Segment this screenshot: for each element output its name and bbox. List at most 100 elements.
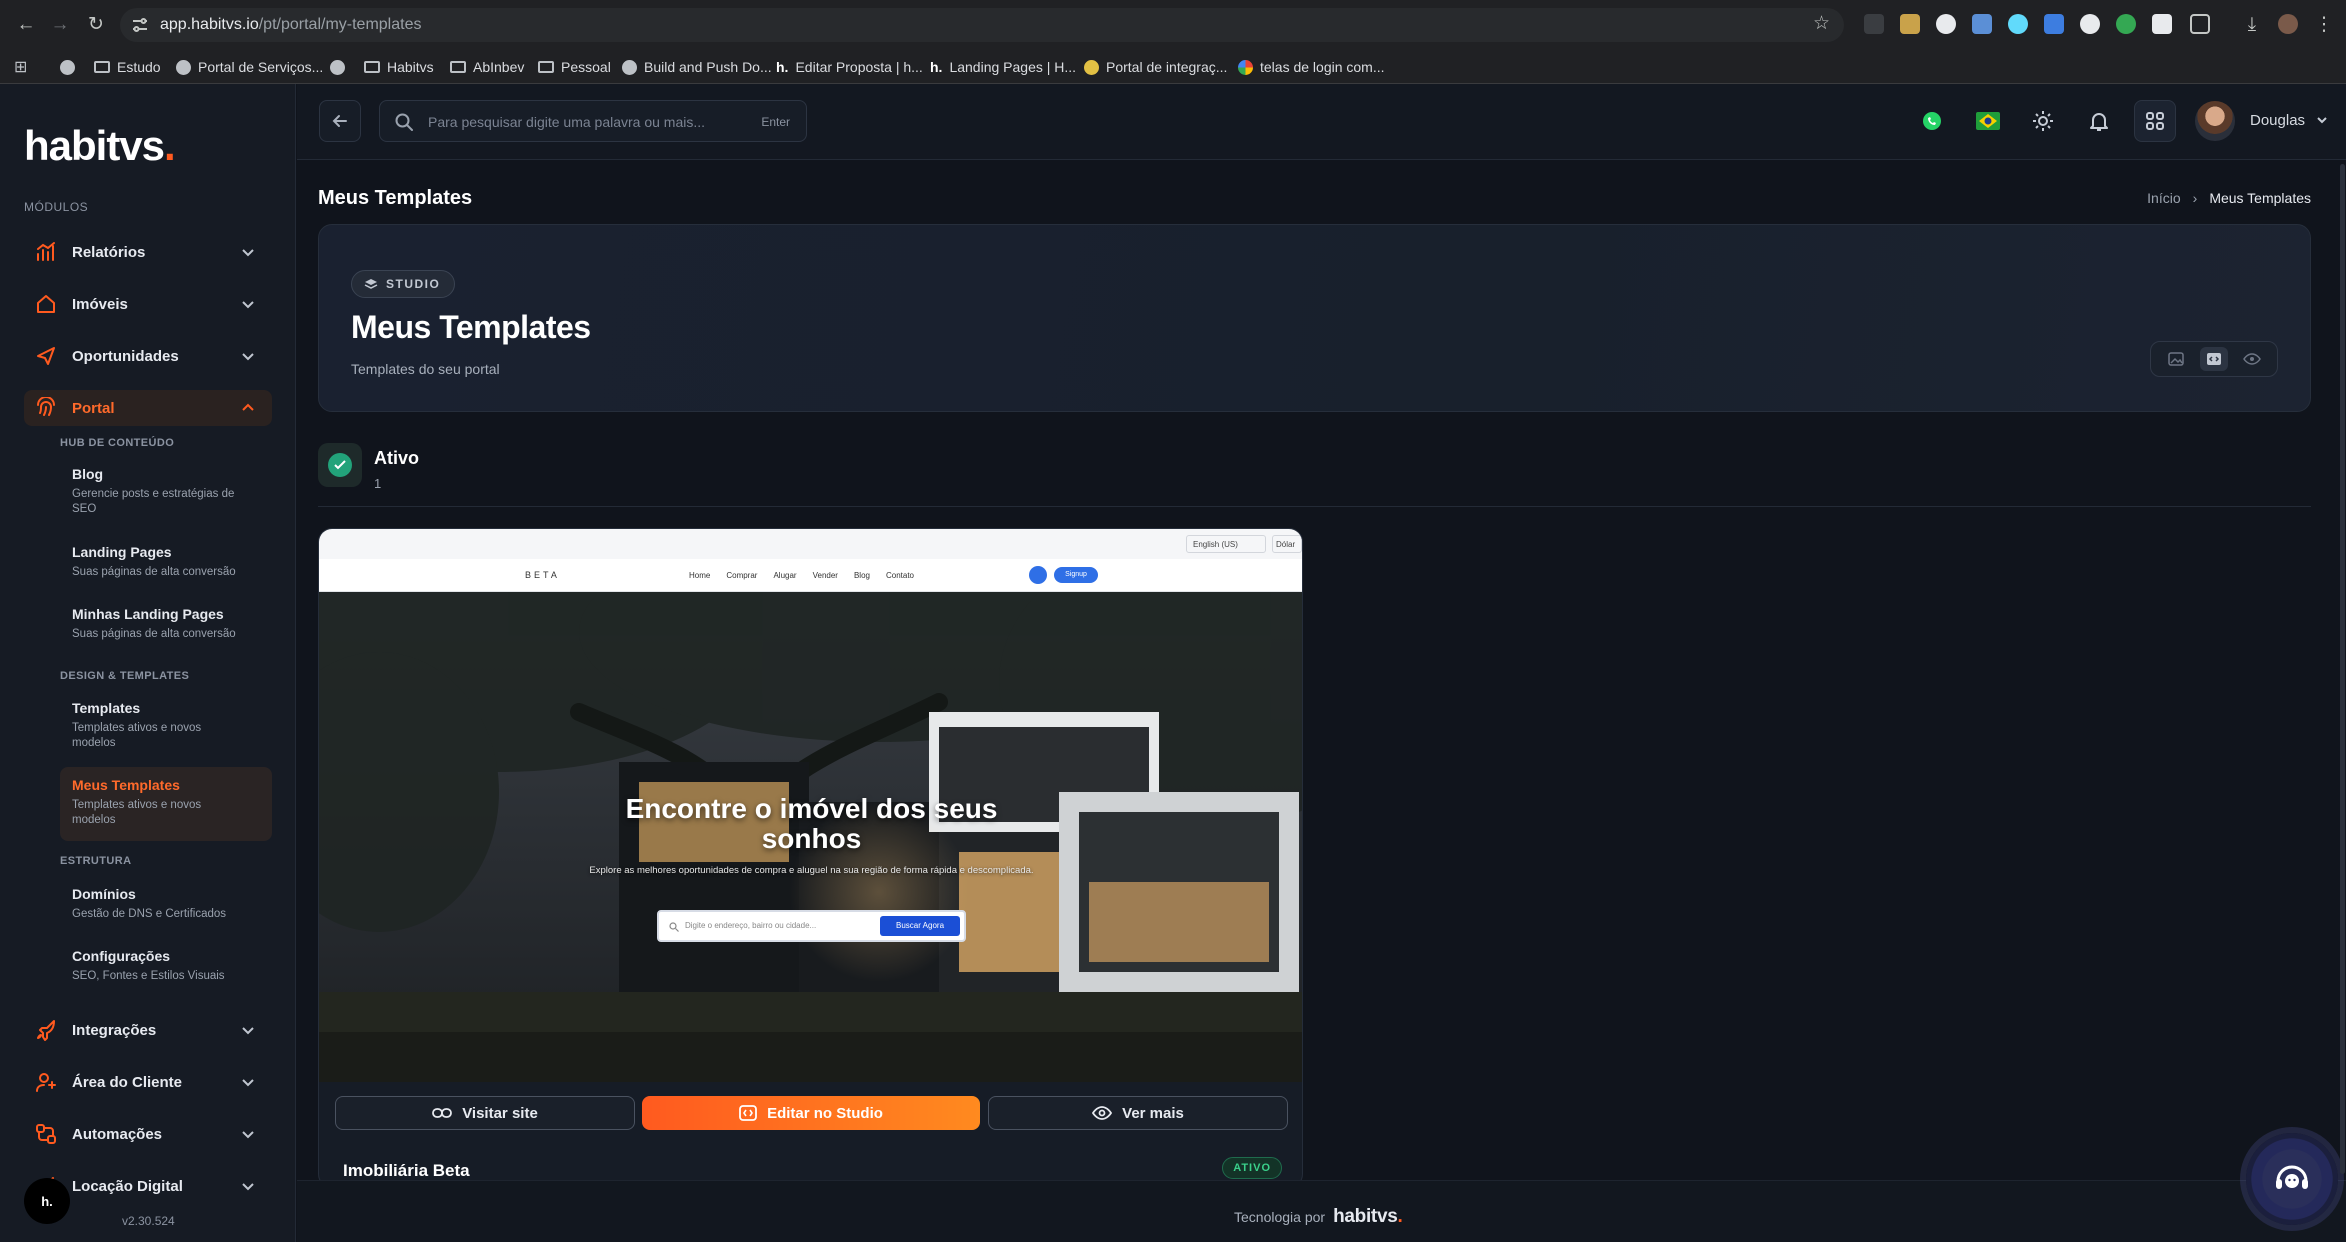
extensions-puzzle-icon[interactable] bbox=[2190, 14, 2210, 34]
sidebar-subitem-landing-pages[interactable]: Landing Pages Suas páginas de alta conve… bbox=[60, 544, 272, 588]
extension-icon[interactable] bbox=[2116, 14, 2136, 34]
bookmark-item[interactable] bbox=[60, 55, 75, 79]
eye-view-icon[interactable] bbox=[2238, 347, 2266, 371]
hub-conteudo-label: HUB DE CONTEÚDO bbox=[60, 437, 175, 449]
user-icon bbox=[34, 1070, 58, 1094]
browser-menu-icon[interactable]: ⋮ bbox=[2312, 13, 2336, 37]
global-search[interactable]: Para pesquisar digite uma palavra ou mai… bbox=[379, 100, 807, 142]
bookmarks-bar: ⊞ Estudo Portal de Serviços... Habitvs A… bbox=[0, 50, 2346, 84]
preview-logo: BETA bbox=[525, 570, 560, 580]
extension-icon[interactable] bbox=[2152, 14, 2172, 34]
hero-subtitle: Templates do seu portal bbox=[351, 361, 500, 377]
template-card[interactable]: English (US) Dólar BETA Home Comprar Alu… bbox=[318, 528, 1303, 1188]
reload-icon[interactable]: ↻ bbox=[84, 13, 108, 37]
download-icon[interactable]: ⤓ bbox=[2240, 13, 2264, 37]
sidebar-item-portal[interactable]: Portal bbox=[24, 390, 272, 426]
bookmark-item[interactable]: h. Editar Proposta | h... bbox=[776, 55, 923, 79]
sidebar-item-imoveis[interactable]: Imóveis bbox=[24, 286, 272, 322]
globe-icon bbox=[176, 59, 191, 75]
chevron-down-icon[interactable] bbox=[2315, 113, 2329, 127]
bookmark-item[interactable]: Build and Push Do... bbox=[622, 55, 772, 79]
extension-icon[interactable] bbox=[2080, 14, 2100, 34]
chevron-down-icon bbox=[242, 353, 254, 361]
view-mode-toggle bbox=[2150, 341, 2278, 377]
bookmark-item[interactable]: Estudo bbox=[94, 55, 161, 79]
extension-icon[interactable] bbox=[1936, 14, 1956, 34]
profile-avatar-icon[interactable] bbox=[2278, 14, 2298, 34]
folder-icon bbox=[364, 61, 380, 73]
sidebar-subitem-meus-templates[interactable]: Meus Templates Templates ativos e novos … bbox=[60, 767, 272, 841]
habitvs-logo[interactable]: habitvs. bbox=[24, 122, 176, 170]
arrow-left-icon bbox=[332, 115, 347, 127]
sidebar-subitem-minhas-landing-pages[interactable]: Minhas Landing Pages Suas páginas de alt… bbox=[60, 606, 272, 650]
preview-signup-button: Signup bbox=[1054, 567, 1098, 583]
theme-sun-icon[interactable] bbox=[2022, 100, 2064, 142]
sidebar-item-integracoes[interactable]: Integrações bbox=[24, 1012, 272, 1048]
react-devtools-icon[interactable] bbox=[2008, 14, 2028, 34]
house-icon bbox=[34, 292, 58, 316]
sidebar-subitem-dominios[interactable]: Domínios Gestão de DNS e Certificados bbox=[60, 886, 272, 930]
extension-icon[interactable] bbox=[2044, 14, 2064, 34]
bookmark-item[interactable]: h. Landing Pages | H... bbox=[930, 55, 1076, 79]
sidebar-item-oportunidades[interactable]: Oportunidades bbox=[24, 338, 272, 374]
chevron-down-icon bbox=[242, 1027, 254, 1035]
apps-grid-icon[interactable] bbox=[2134, 100, 2176, 142]
scrollbar[interactable] bbox=[2340, 164, 2345, 1174]
code-view-icon[interactable] bbox=[2200, 347, 2228, 371]
bookmark-item[interactable]: Portal de integraç... bbox=[1084, 55, 1227, 79]
back-button[interactable] bbox=[319, 100, 361, 142]
extension-icon[interactable] bbox=[1972, 14, 1992, 34]
search-input[interactable]: Para pesquisar digite uma palavra ou mai… bbox=[428, 114, 705, 130]
preview-language-select: English (US) bbox=[1186, 535, 1266, 553]
bell-icon[interactable] bbox=[2078, 100, 2120, 142]
app-version: v2.30.524 bbox=[122, 1214, 175, 1228]
image-view-icon[interactable] bbox=[2162, 347, 2190, 371]
assistant-chat-button[interactable] bbox=[2246, 1133, 2338, 1225]
whatsapp-icon[interactable] bbox=[1911, 100, 1953, 142]
habitvs-icon: h. bbox=[930, 59, 943, 75]
back-arrow-icon[interactable]: ← bbox=[14, 13, 38, 37]
edit-in-studio-button[interactable]: Editar no Studio bbox=[642, 1096, 980, 1130]
sidebar-subitem-configuracoes[interactable]: Configurações SEO, Fontes e Estilos Visu… bbox=[60, 948, 272, 992]
estrutura-label: ESTRUTURA bbox=[60, 855, 132, 867]
extension-icon[interactable] bbox=[1900, 14, 1920, 34]
bookmark-item[interactable]: Portal de Serviços... bbox=[176, 55, 323, 79]
chevron-down-icon bbox=[242, 301, 254, 309]
bookmark-star-icon[interactable]: ☆ bbox=[1813, 12, 1830, 35]
active-status-icon bbox=[318, 443, 362, 487]
forward-arrow-icon[interactable]: → bbox=[48, 13, 72, 37]
preview-paragraph: Explore as melhores oportunidades de com… bbox=[589, 865, 1034, 876]
address-bar[interactable]: app.habitvs.io/pt/portal/my-templates ☆ bbox=[120, 8, 1844, 42]
bookmark-item[interactable]: Habitvs bbox=[364, 55, 434, 79]
user-name[interactable]: Douglas bbox=[2250, 112, 2305, 129]
hero-title: Meus Templates bbox=[351, 309, 591, 345]
visit-site-button[interactable]: Visitar site bbox=[335, 1096, 635, 1130]
globe-icon bbox=[1084, 59, 1099, 75]
bookmark-item[interactable] bbox=[330, 55, 345, 79]
breadcrumb-home[interactable]: Início bbox=[2147, 190, 2180, 206]
bookmark-item[interactable]: telas de login com... bbox=[1238, 55, 1385, 79]
footer-brand[interactable]: habitvs. bbox=[1333, 1206, 1403, 1228]
browser-toolbar: ← → ↻ app.habitvs.io/pt/portal/my-templa… bbox=[0, 0, 2346, 50]
check-icon bbox=[328, 453, 352, 477]
sidebar-item-automacoes[interactable]: Automações bbox=[24, 1116, 272, 1152]
sidebar-subitem-templates[interactable]: Templates Templates ativos e novos model… bbox=[60, 700, 272, 756]
chevron-down-icon bbox=[242, 249, 254, 257]
brazil-flag-icon[interactable] bbox=[1967, 100, 2009, 142]
preview-user-icon bbox=[1029, 566, 1047, 584]
view-more-button[interactable]: Ver mais bbox=[988, 1096, 1288, 1130]
extension-icon[interactable] bbox=[1864, 14, 1884, 34]
modules-label: MÓDULOS bbox=[24, 200, 89, 214]
apps-icon[interactable]: ⊞ bbox=[14, 55, 27, 79]
bookmark-item[interactable]: AbInbev bbox=[450, 55, 524, 79]
divider bbox=[318, 506, 2311, 507]
habitvs-badge[interactable]: h. bbox=[24, 1178, 70, 1224]
sidebar-item-relatorios[interactable]: Relatórios bbox=[24, 234, 272, 270]
sidebar-item-area-do-cliente[interactable]: Área do Cliente bbox=[24, 1064, 272, 1100]
bookmark-item[interactable]: Pessoal bbox=[538, 55, 611, 79]
template-preview[interactable]: English (US) Dólar BETA Home Comprar Alu… bbox=[319, 529, 1302, 1082]
avatar[interactable] bbox=[2195, 101, 2235, 141]
site-settings-icon[interactable] bbox=[130, 15, 150, 35]
folder-icon bbox=[94, 61, 110, 73]
sidebar-subitem-blog[interactable]: Blog Gerencie posts e estratégias de SEO bbox=[60, 466, 272, 522]
